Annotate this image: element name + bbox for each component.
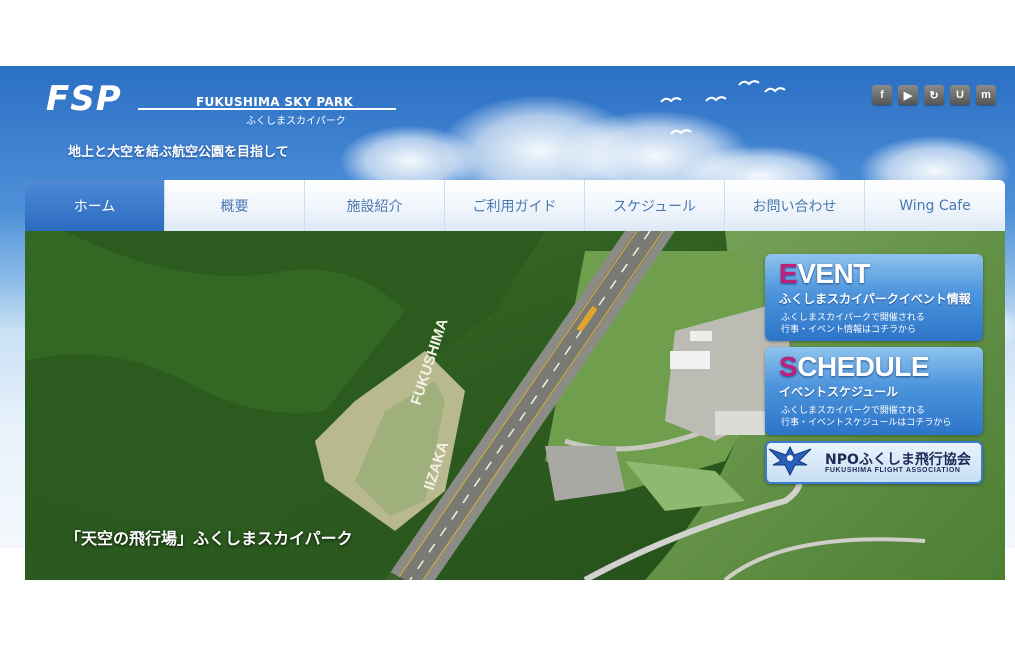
nav-item-contact[interactable]: お問い合わせ xyxy=(725,180,865,231)
nav-item-schedule[interactable]: スケジュール xyxy=(585,180,725,231)
schedule-banner-description-line-2: 行事・イベントスケジュールはコチラから xyxy=(781,418,952,428)
bird-icon xyxy=(705,96,727,102)
schedule-banner[interactable]: SCHEDULE イベントスケジュール ふくしまスカイパークで開催される 行事・… xyxy=(765,347,983,435)
youtube-icon[interactable]: ▶ xyxy=(898,85,918,105)
npo-banner[interactable]: NPOふくしま飛行協会 FUKUSHIMA FLIGHT ASSOCIATION xyxy=(765,441,983,484)
nav-item-facilities[interactable]: 施設紹介 xyxy=(305,180,445,231)
event-banner[interactable]: EVENT ふくしまスカイパークイベント情報 ふくしまスカイパークで開催される … xyxy=(765,254,983,341)
facebook-icon[interactable]: f xyxy=(872,85,892,105)
logo-japanese-name: ふくしまスカイパーク xyxy=(246,116,346,127)
share-icon[interactable]: ↻ xyxy=(924,85,944,105)
event-banner-title: EVENT xyxy=(779,258,870,289)
hero-aerial-image: FUKUSHIMA IIZAKA 「天空の飛行場」ふくしまスカイパーク EVEN… xyxy=(25,231,1005,580)
page: FSP FUKUSHIMA SKY PARK ふくしまスカイパーク 地上と大空を… xyxy=(0,0,1015,660)
npo-banner-subtitle: FUKUSHIMA FLIGHT ASSOCIATION xyxy=(825,467,961,474)
social-links: f ▶ ↻ U m xyxy=(872,85,996,105)
nav-item-wing-cafe[interactable]: Wing Cafe xyxy=(865,180,1005,231)
event-banner-description-line-1: ふくしまスカイパークで開催される xyxy=(781,313,925,323)
logo-mark: FSP xyxy=(46,79,122,119)
site-tagline: 地上と大空を結ぶ航空公園を目指して xyxy=(68,145,289,160)
schedule-banner-subtitle: イベントスケジュール xyxy=(779,385,899,399)
npo-eagle-logo-icon xyxy=(768,445,812,477)
nav-item-home[interactable]: ホーム xyxy=(25,180,165,231)
schedule-banner-title: SCHEDULE xyxy=(779,351,930,382)
site-logo[interactable]: FSP FUKUSHIMA SKY PARK ふくしまスカイパーク xyxy=(46,79,396,127)
event-banner-subtitle: ふくしまスカイパークイベント情報 xyxy=(779,292,971,306)
schedule-banner-description-line-1: ふくしまスカイパークで開催される xyxy=(781,406,925,416)
bird-icon xyxy=(738,80,760,86)
mixi-icon[interactable]: m xyxy=(976,85,996,105)
event-banner-description-line-2: 行事・イベント情報はコチラから xyxy=(781,325,917,335)
nav-item-guide[interactable]: ご利用ガイド xyxy=(445,180,585,231)
ustream-icon[interactable]: U xyxy=(950,85,970,105)
bird-icon xyxy=(670,129,692,135)
main-navigation: ホーム 概要 施設紹介 ご利用ガイド スケジュール お問い合わせ Wing Ca… xyxy=(25,180,1005,231)
npo-banner-title: NPOふくしま飛行協会 xyxy=(825,452,971,468)
logo-english-name: FUKUSHIMA SKY PARK xyxy=(196,95,354,109)
nav-item-overview[interactable]: 概要 xyxy=(165,180,305,231)
bird-icon xyxy=(660,97,682,103)
bird-icon xyxy=(764,87,786,93)
hero-caption: 「天空の飛行場」ふくしまスカイパーク xyxy=(65,529,353,548)
